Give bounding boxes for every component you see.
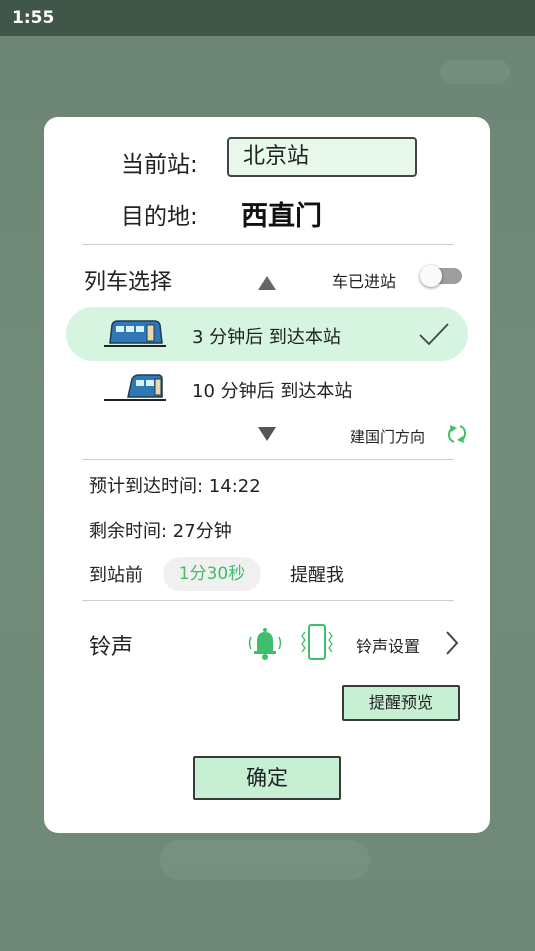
remaining-time-label: 剩余时间: 27分钟 [89,521,232,542]
scroll-down-arrow-icon[interactable] [257,426,277,442]
current-station-input[interactable]: 北京站 [227,137,417,177]
remind-before-label: 到站前 [89,565,143,586]
chevron-right-icon[interactable] [444,629,460,657]
status-bar: 1:55 [0,0,535,36]
scroll-up-arrow-icon[interactable] [257,275,277,291]
backdrop-blur-shape [160,840,370,880]
status-time: 1:55 [12,8,55,28]
ringtone-label: 铃声 [89,635,134,660]
train-option-label: 3 分钟后 到达本站 [192,327,341,348]
train-select-label: 列车选择 [84,270,173,295]
toggle-knob [420,265,442,287]
ringtone-settings-link[interactable]: 铃声设置 [356,633,420,657]
train-icon[interactable] [104,371,166,403]
arrived-label: 车已进站 [332,272,397,291]
destination-value: 西直门 [241,201,322,232]
remind-time-selector[interactable]: 1分30秒 [163,557,261,591]
remind-suffix-label: 提醒我 [290,565,344,586]
train-icon [104,320,166,347]
divider [82,459,454,460]
reminder-preview-button[interactable]: 提醒预览 [342,685,460,721]
reminder-dialog: 当前站: 北京站 目的地: 西直门 列车选择 车已进站 3 分钟后 到达本站 1… [44,117,490,833]
bell-icon[interactable] [246,625,284,661]
confirm-button[interactable]: 确定 [193,756,341,800]
arrived-toggle[interactable] [420,265,462,287]
direction-label: 建国门方向 [350,428,426,446]
train-option-label[interactable]: 10 分钟后 到达本站 [192,377,352,403]
divider [82,600,454,601]
current-station-label: 当前站: [121,152,198,178]
check-icon [419,323,449,346]
vibrate-icon[interactable] [299,622,335,662]
destination-label: 目的地: [121,204,198,230]
eta-label: 预计到达时间: 14:22 [89,476,261,497]
switch-direction-icon[interactable] [447,422,467,446]
backdrop-blur-shape [440,60,510,84]
divider [82,244,454,245]
